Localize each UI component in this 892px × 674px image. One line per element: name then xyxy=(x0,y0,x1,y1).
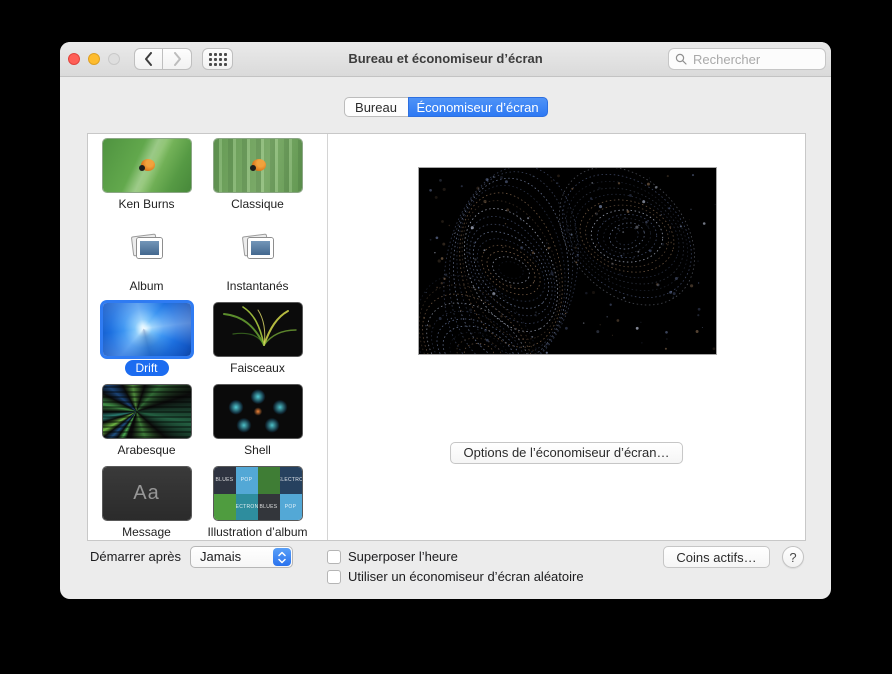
search-input[interactable] xyxy=(691,50,819,68)
saver-item-shell[interactable]: Shell xyxy=(202,385,313,467)
drift-preview-graphic xyxy=(419,168,716,354)
saver-label-message: Message xyxy=(122,525,171,539)
overlay-clock-label: Superposer l’heure xyxy=(348,549,458,564)
saver-thumb-drift[interactable] xyxy=(102,303,191,356)
saver-label-kenburns: Ken Burns xyxy=(118,197,175,211)
saver-item-arabesque[interactable]: Arabesque xyxy=(91,385,202,467)
saver-thumb-faisceaux[interactable] xyxy=(213,303,302,356)
overlay-clock-checkbox[interactable] xyxy=(327,550,341,564)
saver-label-albumart: Illustration d’album xyxy=(207,525,308,539)
album-art-tile: BLUES xyxy=(213,467,236,494)
tab-bureau[interactable]: Bureau xyxy=(343,97,408,117)
saver-item-album[interactable]: Album xyxy=(91,221,202,303)
saver-thumb-arabesque[interactable] xyxy=(102,385,191,438)
ladybug-icon xyxy=(250,159,267,172)
album-art-tile: POP xyxy=(279,493,302,520)
saver-item-kenburns[interactable]: Ken Burns xyxy=(91,139,202,221)
saver-item-classique[interactable]: Classique xyxy=(202,139,313,221)
back-button[interactable] xyxy=(134,48,163,70)
tab-bar: Bureau Économiseur d’écran xyxy=(60,97,831,117)
minimize-button[interactable] xyxy=(88,53,100,65)
tab-economiseur[interactable]: Économiseur d’écran xyxy=(407,97,548,117)
up-down-chevrons-icon xyxy=(278,551,286,563)
photo-stack-icon xyxy=(129,233,165,262)
start-after-label: Démarrer après xyxy=(90,549,182,564)
saver-thumb-album[interactable] xyxy=(103,221,191,274)
system-preferences-window: Bureau et économiseur d’écran Bureau Éco… xyxy=(60,42,831,599)
chevron-right-icon xyxy=(173,52,181,66)
album-art-tile: electro xyxy=(279,467,302,494)
hot-corners-button[interactable]: Coins actifs… xyxy=(663,546,770,568)
saver-thumb-classique[interactable] xyxy=(213,139,302,192)
search-icon xyxy=(675,53,687,65)
dropdown-stepper xyxy=(273,548,291,566)
album-art-tile: POP xyxy=(235,467,258,494)
saver-label-album: Album xyxy=(129,279,164,293)
saver-grid: Ken Burns Classique Album Instantanés Drift F… xyxy=(88,134,327,540)
screensaver-list-pane: Ken Burns Classique Album Instantanés Drift F… xyxy=(88,134,328,540)
start-after-select[interactable]: Jamais xyxy=(190,546,293,568)
chevron-left-icon xyxy=(145,52,152,66)
help-button[interactable]: ? xyxy=(782,546,804,568)
message-thumb-text: Aa xyxy=(133,482,160,504)
saver-label-arabesque: Arabesque xyxy=(117,443,176,457)
close-button[interactable] xyxy=(68,53,80,65)
random-saver-row: Utiliser un économiseur d’écran aléatoir… xyxy=(327,569,584,585)
album-art-tile: electronic xyxy=(235,493,258,520)
window-controls xyxy=(68,53,120,65)
saver-thumb-albumart[interactable]: BLUESPOPelectroelectronicBLUESPOP xyxy=(213,467,302,520)
start-after-value: Jamais xyxy=(200,549,242,564)
forward-button-disabled xyxy=(163,48,192,70)
saver-label-snapshots: Instantanés xyxy=(226,279,289,293)
beams-graphic xyxy=(222,306,297,346)
grid-icon xyxy=(208,52,227,66)
random-saver-checkbox[interactable] xyxy=(327,570,341,584)
saver-thumb-kenburns[interactable] xyxy=(102,139,191,192)
saver-label-drift: Drift xyxy=(124,360,169,376)
saver-item-albumart[interactable]: BLUESPOPelectroelectronicBLUESPOPIllustr… xyxy=(202,467,313,540)
album-art-tile xyxy=(213,493,236,520)
saver-item-snapshots[interactable]: Instantanés xyxy=(202,221,313,303)
saver-thumb-shell[interactable] xyxy=(213,385,302,438)
saver-label-shell: Shell xyxy=(244,443,271,457)
saver-label-faisceaux: Faisceaux xyxy=(230,361,285,375)
saver-thumb-snapshots[interactable] xyxy=(214,221,302,274)
preview-pane: Options de l’économiseur d’écran… xyxy=(328,134,805,540)
saver-item-message[interactable]: Aa Message xyxy=(91,467,202,540)
saver-item-faisceaux[interactable]: Faisceaux xyxy=(202,303,313,385)
saver-thumb-message[interactable]: Aa xyxy=(102,467,191,520)
album-art-tile xyxy=(257,467,280,494)
titlebar: Bureau et économiseur d’écran xyxy=(60,42,831,77)
random-saver-label: Utiliser un économiseur d’écran aléatoir… xyxy=(348,569,584,584)
ladybug-icon xyxy=(139,159,156,172)
overlay-clock-row: Superposer l’heure xyxy=(327,549,458,565)
saver-label-classique: Classique xyxy=(231,197,284,211)
screensaver-options-button[interactable]: Options de l’économiseur d’écran… xyxy=(449,442,684,464)
photo-stack-icon xyxy=(240,233,276,262)
zoom-button-disabled xyxy=(108,53,120,65)
nav-buttons xyxy=(134,48,192,70)
screensaver-preview xyxy=(418,167,717,355)
saver-item-drift[interactable]: Drift xyxy=(91,303,202,385)
album-art-tile: BLUES xyxy=(257,493,280,520)
show-all-button[interactable] xyxy=(202,48,233,70)
screensaver-panel: Ken Burns Classique Album Instantanés Drift F… xyxy=(87,133,806,541)
search-field[interactable] xyxy=(668,48,826,70)
